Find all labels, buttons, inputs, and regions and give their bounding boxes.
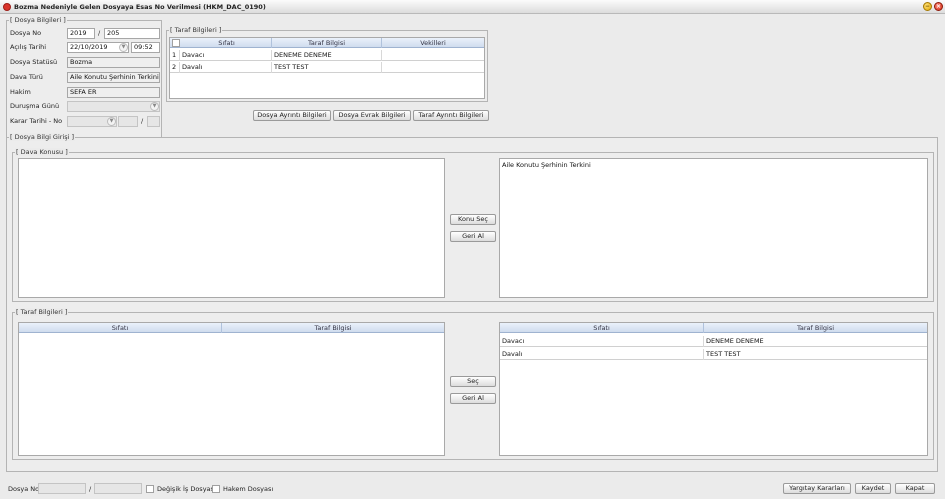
row-sifat: Davalı (180, 62, 272, 73)
konu-available-list[interactable] (18, 158, 445, 298)
taraf-selected-table: Sıfatı Taraf Bilgisi Davacı DENEME DENEM… (499, 322, 928, 456)
row-taraf: TEST TEST (272, 62, 382, 73)
col-sifati[interactable]: Sıfatı (182, 38, 272, 48)
col-vekilleri[interactable]: Vekilleri (382, 38, 484, 48)
taraf-bilgileri-top-legend: [ Taraf Bilgileri ] (169, 26, 223, 34)
taraf-ayrinti-button[interactable]: Taraf Ayrıntı Bilgileri (413, 110, 489, 121)
row-sifat: Davacı (180, 50, 272, 61)
dava-turu-field: Aile Konutu Şerhinin Terkini (67, 72, 160, 83)
kaydet-button[interactable]: Kaydet (855, 483, 891, 494)
window-title-bar: Bozma Nedeniyle Gelen Dosyaya Esas No Ve… (0, 0, 945, 14)
col-sifati[interactable]: Sıfatı (500, 323, 704, 333)
dava-turu-label: Dava Türü (10, 73, 43, 81)
row-taraf: DENEME DENEME (706, 337, 764, 345)
acilis-saat-field[interactable]: 09:52 (131, 42, 160, 53)
taraf-top-table-header: Sıfatı Taraf Bilgisi Vekilleri (170, 38, 484, 48)
row-taraf: DENEME DENEME (272, 50, 382, 61)
konu-sec-button[interactable]: Konu Seç (450, 214, 496, 225)
date-picker-icon[interactable]: ▼ (119, 43, 128, 52)
table-row[interactable]: 2 Davalı TEST TEST (170, 62, 484, 73)
col-taraf-bilgisi[interactable]: Taraf Bilgisi (704, 323, 927, 333)
karar-date-icon: ▼ (107, 117, 116, 126)
table-row[interactable]: Davalı TEST TEST (500, 349, 927, 360)
col-taraf-bilgisi[interactable]: Taraf Bilgisi (272, 38, 382, 48)
konu-geri-al-button[interactable]: Geri Al (450, 231, 496, 242)
row-sifat: Davacı (500, 336, 704, 347)
dosya-yil-field[interactable]: 2019 (67, 28, 95, 39)
window-title: Bozma Nedeniyle Gelen Dosyaya Esas No Ve… (14, 3, 266, 11)
row-vekil (382, 50, 484, 61)
taraf-sec-button[interactable]: Seç (450, 376, 496, 387)
taraf-top-table: Sıfatı Taraf Bilgisi Vekilleri 1 Davacı … (169, 37, 485, 99)
durusma-gunu-label: Duruşma Günü (10, 102, 60, 110)
footer-dosya-yil-field (38, 483, 86, 494)
row-number: 2 (170, 62, 180, 73)
dosya-no-label: Dosya No (10, 29, 42, 37)
table-row[interactable]: Davacı DENEME DENEME (500, 336, 927, 347)
row-taraf: TEST TEST (706, 350, 741, 358)
taraf-available-header: Sıfatı Taraf Bilgisi (19, 323, 444, 333)
yargitay-kararlari-button[interactable]: Yargıtay Kararları (783, 483, 851, 494)
karar-slash: / (141, 117, 144, 125)
taraf-bilgileri-bottom-legend: [ Taraf Bilgileri ] (15, 308, 69, 316)
col-taraf-bilgisi[interactable]: Taraf Bilgisi (222, 323, 444, 333)
degisik-is-checkbox[interactable] (146, 485, 154, 493)
row-vekil (382, 62, 484, 73)
hakem-checkbox[interactable] (212, 485, 220, 493)
table-row[interactable]: 1 Davacı DENEME DENEME (170, 50, 484, 61)
acilis-tarihi-label: Açılış Tarihi (10, 43, 47, 51)
row-number: 1 (170, 50, 180, 61)
taraf-geri-al-button[interactable]: Geri Al (450, 393, 496, 404)
dosya-bilgileri-legend: [ Dosya Bilgileri ] (9, 16, 67, 24)
dosya-bilgi-girisi-legend: [ Dosya Bilgi Girişi ] (9, 133, 76, 141)
close-icon[interactable]: × (934, 2, 943, 11)
app-icon (3, 3, 11, 11)
durusma-gunu-field (67, 101, 160, 112)
select-all-checkbox[interactable] (172, 39, 180, 47)
konu-selected-list[interactable]: Aile Konutu Şerhinin Terkini (499, 158, 928, 298)
row-sifat: Davalı (500, 349, 704, 360)
karar-yil-field (118, 116, 138, 127)
karar-tarihi-label: Karar Tarihi - No (10, 117, 63, 125)
dosya-no-slash: / (98, 29, 101, 37)
dosya-evrak-button[interactable]: Dosya Evrak Bilgileri (333, 110, 411, 121)
dosya-sira-field[interactable]: 205 (104, 28, 160, 39)
dosya-statusu-field: Bozma (67, 57, 160, 68)
dosya-statusu-label: Dosya Statüsü (10, 58, 58, 66)
footer-dosya-sira-field (94, 483, 142, 494)
dava-konusu-legend: [ Dava Konusu ] (15, 148, 69, 156)
footer-dosya-no-label: Dosya No (8, 485, 40, 493)
dosya-ayrinti-button[interactable]: Dosya Ayrıntı Bilgileri (253, 110, 331, 121)
col-sifati[interactable]: Sıfatı (19, 323, 222, 333)
hakem-label: Hakem Dosyası (223, 485, 274, 493)
degisik-is-label: Değişik İş Dosyası (157, 485, 216, 493)
footer-slash: / (89, 485, 92, 493)
taraf-available-table: Sıfatı Taraf Bilgisi (18, 322, 445, 456)
durusma-dropdown-icon: ▼ (150, 102, 159, 111)
kapat-button[interactable]: Kapat (895, 483, 935, 494)
hakim-field: SEFA ER (67, 87, 160, 98)
hakim-label: Hakim (10, 88, 31, 96)
minimize-icon[interactable]: ‒ (923, 2, 932, 11)
taraf-selected-header: Sıfatı Taraf Bilgisi (500, 323, 927, 333)
karar-no-field (147, 116, 160, 127)
